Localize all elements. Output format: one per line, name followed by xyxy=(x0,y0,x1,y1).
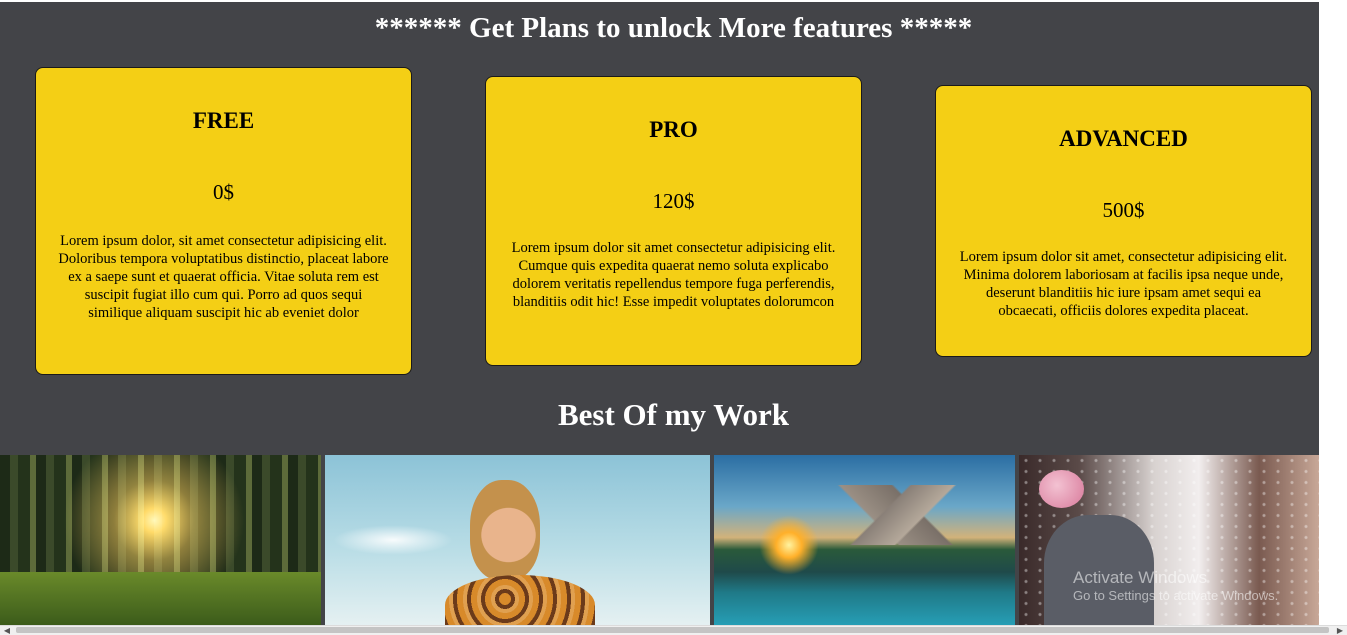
watermark-subtitle: Go to Settings to activate Windows. xyxy=(1073,588,1279,603)
gallery-title: Best Of my Work xyxy=(557,397,790,432)
mountains xyxy=(774,485,1014,545)
woman-portrait-photo xyxy=(325,455,710,627)
plan-description: Lorem ipsum dolor sit amet consectetur a… xyxy=(511,240,836,310)
plan-price: 500$ xyxy=(1102,198,1145,222)
plan-card-free[interactable]: FREE 0$ Lorem ipsum dolor, sit amet cons… xyxy=(35,67,412,375)
windows-activation-watermark: Activate Windows Go to Settings to activ… xyxy=(1073,568,1278,604)
plan-description: Lorem ipsum dolor sit amet, consectetur … xyxy=(959,249,1288,319)
plan-name: PRO xyxy=(649,117,698,142)
plan-description: Lorem ipsum dolor, sit amet consectetur … xyxy=(58,233,389,321)
mountain-lake-photo xyxy=(714,455,1015,627)
horizontal-scrollbar[interactable]: ◀ ▶ xyxy=(0,625,1347,635)
scroll-right-icon[interactable]: ▶ xyxy=(1335,626,1345,635)
plans-headline: ****** Get Plans to unlock More features… xyxy=(374,12,973,44)
plan-card-advanced[interactable]: ADVANCED 500$ Lorem ipsum dolor sit amet… xyxy=(935,85,1312,357)
cloud xyxy=(333,525,453,555)
watermark-title: Activate Windows xyxy=(1073,568,1208,587)
portrait-body xyxy=(445,575,595,627)
horizontal-scrollbar-thumb[interactable] xyxy=(16,627,1329,633)
scroll-left-icon[interactable]: ◀ xyxy=(2,626,12,635)
plan-card-pro[interactable]: PRO 120$ Lorem ipsum dolor sit amet cons… xyxy=(485,76,862,366)
forest-floor xyxy=(0,572,321,627)
bouquet xyxy=(1039,470,1084,508)
plan-price: 120$ xyxy=(652,189,695,213)
page: ****** Get Plans to unlock More features… xyxy=(0,2,1347,635)
plan-name: ADVANCED xyxy=(1059,126,1188,151)
portrait-head xyxy=(470,480,540,580)
plan-price: 0$ xyxy=(213,180,234,204)
plan-name: FREE xyxy=(192,108,255,133)
vertical-scrollbar-track[interactable] xyxy=(1319,2,1347,628)
forest-photo xyxy=(0,455,321,627)
